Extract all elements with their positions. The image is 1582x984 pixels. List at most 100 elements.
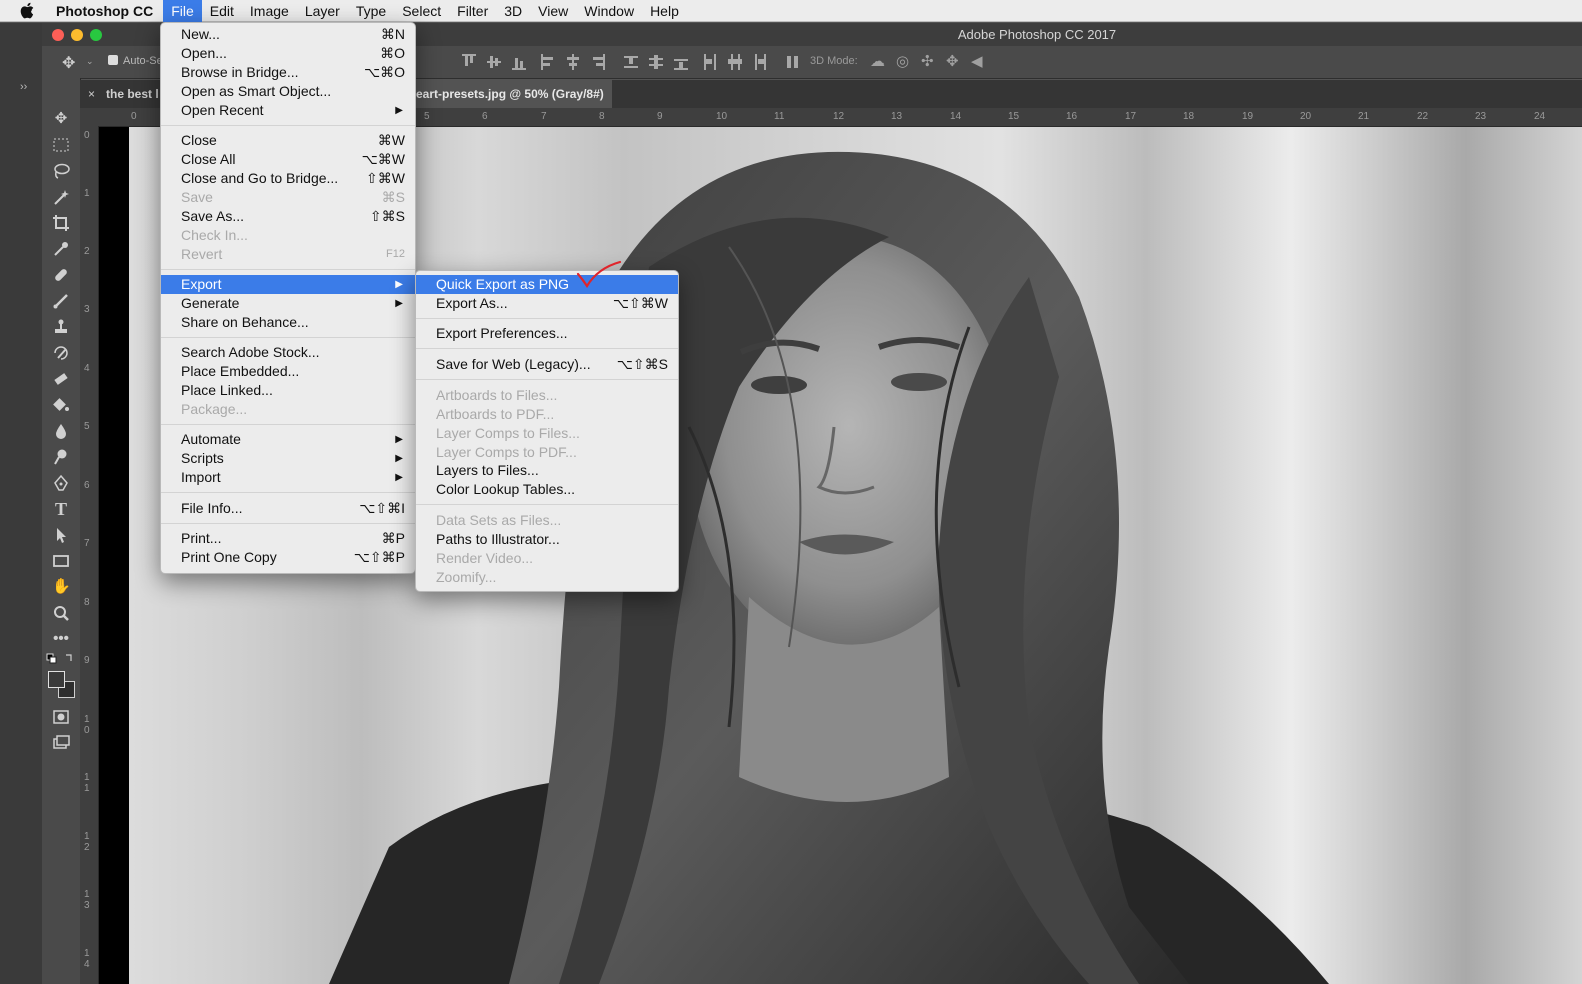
3d-orbit-icon[interactable]: ☁ [870,52,885,70]
color-swatches[interactable] [47,670,75,698]
menu-item-quick-export-as-png[interactable]: Quick Export as PNG [416,275,678,294]
zoom-tool-icon[interactable] [52,604,70,622]
ruler-label: 20 [1300,111,1312,122]
distribute-vertical-center-icon[interactable] [649,54,663,70]
dodge-tool-icon[interactable] [52,448,70,466]
marquee-tool-icon[interactable] [52,136,70,154]
align-left-icon[interactable] [541,54,555,70]
menu-item-open[interactable]: Open... ⌘O [161,44,415,63]
move-tool-preset-icon[interactable]: ✥ [62,53,75,73]
paint-bucket-tool-icon[interactable] [52,396,70,414]
menu-item-color-lookup-tables[interactable]: Color Lookup Tables... [416,480,678,499]
history-brush-tool-icon[interactable] [52,344,70,362]
menu-item-import[interactable]: Import ▶ [161,468,415,487]
menu-item-place-linked[interactable]: Place Linked... [161,381,415,400]
eyedropper-tool-icon[interactable] [52,240,70,258]
menu-item-scripts[interactable]: Scripts ▶ [161,449,415,468]
menu-window[interactable]: Window [576,0,642,22]
menu-item-close-and-go-to-bridge[interactable]: Close and Go to Bridge... ⇧⌘W [161,169,415,188]
3d-camera-icon[interactable]: ◀ [971,52,983,70]
menu-separator [416,379,678,380]
foreground-color-swatch[interactable] [48,671,65,688]
move-tool-icon[interactable]: ✥ [52,110,70,128]
lasso-tool-icon[interactable] [52,162,70,180]
menu-item-export[interactable]: Export ▶ [161,275,415,294]
tab-document-2[interactable]: eart-presets.jpg @ 50% (Gray/8#) [412,80,612,108]
align-horizontal-center-icon[interactable] [566,54,580,70]
menu-file[interactable]: File [163,0,202,22]
ruler-label: 3 [84,304,90,315]
menu-separator [161,125,415,126]
menu-item-print[interactable]: Print... ⌘P [161,529,415,548]
menu-item-open-as-smart-object[interactable]: Open as Smart Object... [161,82,415,101]
menu-item-new[interactable]: New... ⌘N [161,25,415,44]
menu-type[interactable]: Type [348,0,394,22]
3d-roll-icon[interactable]: ◎ [896,52,909,70]
align-top-icon[interactable] [462,54,476,70]
align-bottom-icon[interactable] [512,54,526,70]
chevron-down-icon[interactable]: ⌄ [86,56,94,67]
menu-item-place-embedded[interactable]: Place Embedded... [161,362,415,381]
menu-item-close-all[interactable]: Close All ⌥⌘W [161,150,415,169]
menu-filter[interactable]: Filter [449,0,496,22]
menu-item-print-one-copy[interactable]: Print One Copy ⌥⇧⌘P [161,548,415,567]
menu-edit[interactable]: Edit [202,0,242,22]
align-right-icon[interactable] [591,54,605,70]
menu-item-generate[interactable]: Generate ▶ [161,294,415,313]
menu-item-label: Import [181,469,221,485]
app-menu[interactable]: Photoshop CC [50,0,163,22]
panel-collapse-toggle[interactable]: ›› [20,81,27,93]
menu-view[interactable]: View [530,0,576,22]
screen-mode-icon[interactable] [52,734,70,752]
menu-help[interactable]: Help [642,0,687,22]
menu-item-close[interactable]: Close ⌘W [161,131,415,150]
pen-tool-icon[interactable] [52,474,70,492]
healing-brush-tool-icon[interactable] [52,266,70,284]
auto-align-layers-icon[interactable] [786,54,800,70]
menu-item-open-recent[interactable]: Open Recent ▶ [161,101,415,120]
menu-item-save-as[interactable]: Save As... ⇧⌘S [161,207,415,226]
tab-document-1[interactable]: × the best l [80,80,162,108]
menu-item-export-as[interactable]: Export As... ⌥⇧⌘W [416,294,678,313]
default-colors-icon[interactable] [46,652,76,670]
auto-select-label: Auto-Se [123,55,163,67]
distribute-horizontal-center-icon[interactable] [728,54,742,70]
menu-item-save-for-web-legacy[interactable]: Save for Web (Legacy)... ⌥⇧⌘S [416,355,678,374]
3d-drag-icon[interactable]: ✣ [921,52,934,70]
menu-item-browse-in-bridge[interactable]: Browse in Bridge... ⌥⌘O [161,63,415,82]
rectangle-tool-icon[interactable] [52,552,70,570]
path-selection-tool-icon[interactable] [52,526,70,544]
align-vertical-center-icon[interactable] [487,54,501,70]
menu-item-paths-to-illustrator[interactable]: Paths to Illustrator... [416,530,678,549]
distribute-top-icon[interactable] [624,54,638,70]
distribute-left-icon[interactable] [703,54,717,70]
distribute-bottom-icon[interactable] [674,54,688,70]
apple-icon[interactable] [18,2,36,20]
quick-mask-icon[interactable] [52,708,70,726]
magic-wand-tool-icon[interactable] [52,188,70,206]
brush-tool-icon[interactable] [52,292,70,310]
more-tools-icon[interactable]: ••• [52,630,70,648]
menu-select[interactable]: Select [394,0,449,22]
eraser-tool-icon[interactable] [52,370,70,388]
menu-item-export-preferences[interactable]: Export Preferences... [416,324,678,343]
type-tool-icon[interactable]: T [52,500,70,518]
distribute-right-icon[interactable] [753,54,767,70]
menu-layer[interactable]: Layer [297,0,348,22]
menu-item-layers-to-files[interactable]: Layers to Files... [416,461,678,480]
menu-item-automate[interactable]: Automate ▶ [161,430,415,449]
submenu-arrow-icon: ▶ [395,105,403,116]
tab-close-icon[interactable]: × [88,80,95,108]
menu-item-label: Data Sets as Files... [436,512,562,528]
menu-item-file-info[interactable]: File Info... ⌥⇧⌘I [161,499,415,518]
menu-3d[interactable]: 3D [496,0,530,22]
crop-tool-icon[interactable] [52,214,70,232]
menu-item-search-adobe-stock[interactable]: Search Adobe Stock... [161,343,415,362]
hand-tool-icon[interactable]: ✋ [52,578,71,596]
clone-stamp-tool-icon[interactable] [52,318,70,336]
auto-select-checkbox[interactable] [108,55,118,65]
3d-slide-icon[interactable]: ✥ [946,52,959,70]
menu-image[interactable]: Image [242,0,297,22]
blur-tool-icon[interactable] [52,422,70,440]
menu-item-share-on-behance[interactable]: Share on Behance... [161,313,415,332]
